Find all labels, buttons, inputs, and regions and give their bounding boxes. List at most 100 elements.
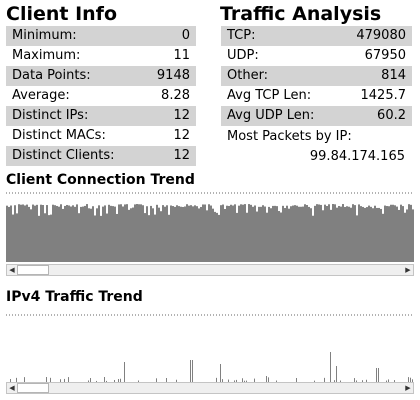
client-trend-bar: [408, 204, 410, 262]
client-trend-bar: [396, 206, 398, 262]
client-trend-bar: [8, 206, 10, 262]
client-trend-bar: [198, 208, 200, 262]
traffic-stat-avg-tcp-len: Avg TCP Len: 1425.7: [221, 86, 412, 106]
client-trend-bar: [204, 204, 206, 262]
client-trend-bar: [110, 205, 112, 262]
client-trend-bar: [356, 215, 358, 262]
client-trend-bar: [186, 204, 188, 262]
client-trend-bar: [394, 205, 396, 262]
ipv4-trend-bar: [376, 368, 377, 382]
scrollbar-thumb[interactable]: [17, 265, 49, 275]
client-trend-bar: [144, 213, 146, 262]
client-trend-bar: [252, 206, 254, 262]
client-trend-bar: [298, 206, 300, 262]
client-trend-bar: [234, 204, 236, 262]
client-trend-bar: [64, 205, 66, 262]
stat-label: Distinct IPs:: [12, 108, 89, 123]
scroll-right-icon[interactable]: ▶: [403, 265, 413, 275]
client-trend-bar: [190, 205, 192, 262]
client-connection-trend-title: Client Connection Trend: [6, 172, 195, 188]
client-trend-bar: [334, 204, 336, 262]
client-trend-bar: [214, 211, 216, 262]
client-trend-bar: [382, 213, 384, 262]
client-trend-bar: [262, 205, 264, 262]
ipv4-trend-scrollbar[interactable]: ◀ ▶: [6, 382, 414, 394]
stat-label: Data Points:: [12, 68, 91, 83]
client-trend-bar: [302, 206, 304, 262]
stat-value: 11: [173, 48, 190, 63]
client-stat-distinct-ips: Distinct IPs: 12: [6, 106, 196, 126]
client-trend-bar: [16, 213, 18, 262]
client-trend-bar: [254, 205, 256, 262]
client-trend-bar: [20, 204, 22, 262]
client-trend-bar: [142, 205, 144, 262]
client-trend-bar: [222, 204, 224, 262]
stat-value: 9148: [156, 68, 190, 83]
client-trend-bar: [62, 208, 64, 262]
client-trend-bar: [196, 206, 198, 262]
client-trend-bar: [352, 204, 354, 262]
client-trend-bar: [6, 205, 8, 262]
client-trend-bar: [146, 206, 148, 262]
scroll-right-icon[interactable]: ▶: [403, 383, 413, 393]
client-trend-bar: [60, 204, 62, 262]
client-trend-scrollbar[interactable]: ◀ ▶: [6, 264, 414, 276]
client-trend-bar: [66, 204, 68, 262]
client-trend-bar: [392, 204, 394, 262]
traffic-stat-udp: UDP: 67950: [221, 46, 412, 66]
client-trend-bar: [76, 204, 78, 262]
client-trend-bar: [210, 205, 212, 262]
stat-value: 0: [181, 28, 190, 43]
client-trend-bar: [18, 204, 20, 262]
client-trend-bar: [350, 207, 352, 262]
client-trend-bar: [244, 204, 246, 262]
ipv4-trend-bar: [124, 362, 125, 382]
traffic-analysis-title: Traffic Analysis: [220, 3, 382, 25]
ipv4-traffic-trend-chart: [6, 314, 414, 382]
client-trend-bar: [246, 212, 248, 262]
client-trend-bar: [278, 211, 280, 262]
client-trend-bar: [342, 204, 344, 262]
client-trend-bar: [228, 205, 230, 262]
client-trend-bar: [68, 205, 70, 262]
client-trend-bar: [44, 213, 46, 262]
client-trend-bar: [138, 204, 140, 262]
client-trend-bar: [328, 204, 330, 262]
client-trend-bar: [84, 205, 86, 262]
client-trend-bar: [38, 215, 40, 262]
client-trend-bar: [120, 204, 122, 262]
client-trend-bar: [124, 204, 126, 262]
client-trend-bar: [200, 206, 202, 262]
client-trend-bar: [72, 205, 74, 262]
scrollbar-thumb[interactable]: [17, 383, 49, 393]
client-trend-bar: [388, 206, 390, 262]
client-trend-bar: [112, 206, 114, 262]
client-trend-bar: [284, 208, 286, 262]
client-trend-bar: [148, 215, 150, 262]
ipv4-trend-bar: [220, 364, 221, 382]
client-stat-distinct-macs: Distinct MACs: 12: [6, 126, 196, 146]
client-trend-bar: [164, 206, 166, 262]
client-trend-bar: [220, 205, 222, 262]
client-trend-bar: [80, 206, 82, 262]
client-trend-bar: [28, 206, 30, 262]
client-trend-bar: [368, 205, 370, 262]
client-trend-bar: [52, 204, 54, 262]
client-trend-bar: [192, 206, 194, 262]
client-trend-bar: [78, 213, 80, 262]
client-trend-bar: [22, 204, 24, 262]
client-trend-bar: [336, 207, 338, 262]
client-trend-bar: [150, 205, 152, 262]
ipv4-trend-bar: [192, 360, 193, 382]
ipv4-trend-bar: [336, 366, 337, 382]
ipv4-trend-bar: [378, 368, 379, 382]
ipv4-traffic-trend-title: IPv4 Traffic Trend: [6, 289, 143, 305]
client-trend-bar: [152, 208, 154, 262]
client-trend-bar: [86, 204, 88, 262]
scroll-left-icon[interactable]: ◀: [7, 265, 17, 275]
stat-label: Distinct Clients:: [12, 148, 115, 163]
scroll-left-icon[interactable]: ◀: [7, 383, 17, 393]
client-trend-bar: [304, 204, 306, 262]
client-trend-bar: [208, 204, 210, 262]
client-trend-bar: [322, 210, 324, 262]
